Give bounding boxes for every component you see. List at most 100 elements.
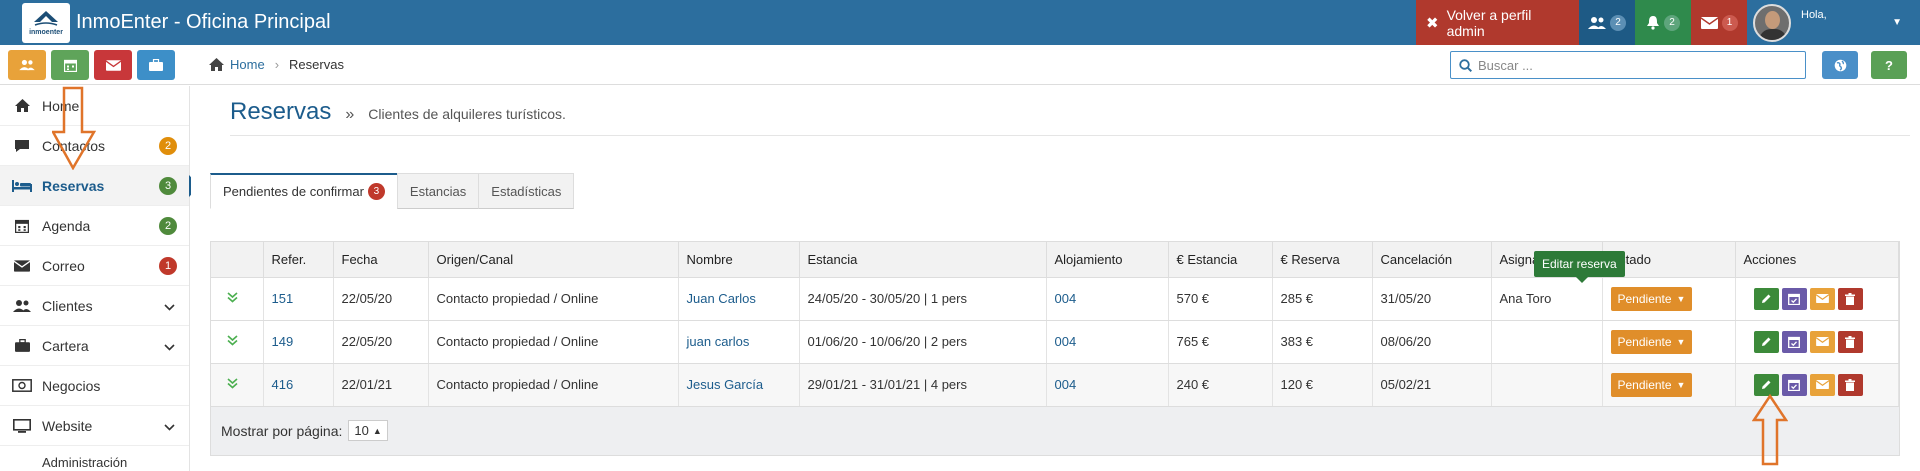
estancia-cell: 24/05/20 - 30/05/20 | 1 pers xyxy=(799,277,1047,321)
col-header[interactable]: Nombre xyxy=(678,242,800,278)
col-header[interactable]: Refer. xyxy=(263,242,334,278)
edit-reservation-button[interactable] xyxy=(1753,330,1779,353)
table-row: 149 22/05/20 Contacto propiedad / Online… xyxy=(211,320,1899,364)
estado-dropdown[interactable]: Pendiente ▼ xyxy=(1610,372,1693,397)
sidebar-item-negocios[interactable]: Negocios xyxy=(0,366,189,406)
reserva-price-cell: 285 € xyxy=(1272,277,1373,321)
estancia-price-cell: 570 € xyxy=(1168,277,1273,321)
help-button[interactable]: ? xyxy=(1871,51,1907,79)
sidebar-item-cartera[interactable]: Cartera xyxy=(0,326,189,366)
expand-col-header xyxy=(211,242,264,278)
tab-pendientes[interactable]: Pendientes de confirmar 3 xyxy=(210,173,398,209)
reservas-badge: 3 xyxy=(159,176,177,195)
caret-down-icon: ▼ xyxy=(1676,293,1686,304)
email-reservation-button[interactable] xyxy=(1809,373,1835,396)
delete-reservation-button[interactable] xyxy=(1837,373,1863,396)
confirm-reservation-button[interactable] xyxy=(1781,373,1807,396)
col-header[interactable]: Alojamiento xyxy=(1046,242,1169,278)
edit-reservation-button[interactable] xyxy=(1753,287,1779,310)
estado-label: Pendiente xyxy=(1617,291,1672,306)
nombre-link[interactable]: Juan Carlos xyxy=(687,291,756,306)
trash-icon xyxy=(1845,378,1855,391)
sidebar-item-reservas[interactable]: Reservas 3 xyxy=(0,166,199,206)
expand-row-button[interactable] xyxy=(211,363,264,407)
cancelacion-cell: 31/05/20 xyxy=(1372,277,1492,321)
double-chevron-down-icon xyxy=(227,378,238,389)
logo-house-icon xyxy=(34,10,58,26)
pendientes-badge: 3 xyxy=(367,183,385,200)
col-header[interactable]: Estancia xyxy=(799,242,1047,278)
col-header[interactable]: Cancelación xyxy=(1372,242,1492,278)
chevron-down-icon xyxy=(164,298,175,314)
alojamiento-link[interactable]: 004 xyxy=(1055,291,1077,306)
estado-dropdown[interactable]: Pendiente ▼ xyxy=(1610,286,1693,311)
search-box[interactable] xyxy=(1450,51,1806,79)
sidebar-item-correo[interactable]: Correo 1 xyxy=(0,246,189,286)
expand-row-button[interactable] xyxy=(211,320,264,364)
origen-cell: Contacto propiedad / Online xyxy=(428,277,679,321)
table-row: 151 22/05/20 Contacto propiedad / Online… xyxy=(211,277,1899,321)
quick-portfolio-button[interactable] xyxy=(137,50,175,80)
search-input[interactable] xyxy=(1478,57,1778,73)
language-button[interactable] xyxy=(1822,51,1858,79)
tab-estadisticas[interactable]: Estadísticas xyxy=(478,173,575,209)
trash-icon xyxy=(1845,292,1855,305)
sidebar-item-agenda[interactable]: Agenda 2 xyxy=(0,206,189,246)
email-reservation-button[interactable] xyxy=(1809,287,1835,310)
sidebar-item-label: Reservas xyxy=(42,177,105,194)
sidebar-item-administracion[interactable]: Administración xyxy=(0,446,189,470)
per-page-select[interactable]: 10 ▲ xyxy=(348,420,388,441)
sidebar-item-label: Negocios xyxy=(42,377,101,394)
expand-row-button[interactable] xyxy=(211,277,264,321)
nombre-link[interactable]: Jesus García xyxy=(687,377,764,392)
edit-tooltip: Editar reserva xyxy=(1534,251,1625,283)
estado-label: Pendiente xyxy=(1617,334,1672,349)
estado-dropdown[interactable]: Pendiente ▼ xyxy=(1610,329,1693,354)
back-to-admin-button[interactable]: ✖ Volver a perfil admin xyxy=(1416,0,1579,45)
confirm-reservation-button[interactable] xyxy=(1781,330,1807,353)
sidebar-item-clientes[interactable]: Clientes xyxy=(0,286,189,326)
envelope-icon xyxy=(1700,16,1718,29)
calendar-icon xyxy=(63,59,77,72)
app-logo[interactable]: inmoenter xyxy=(22,2,70,43)
tab-label: Estadísticas xyxy=(491,183,562,199)
sidebar-item-website[interactable]: Website xyxy=(0,406,189,446)
envelope-icon xyxy=(12,259,32,272)
correo-badge: 1 xyxy=(159,256,177,275)
envelope-icon xyxy=(1815,380,1829,389)
quick-mail-button[interactable] xyxy=(94,50,132,80)
search-icon xyxy=(1459,58,1472,72)
email-reservation-button[interactable] xyxy=(1809,330,1835,353)
confirm-reservation-button[interactable] xyxy=(1781,287,1807,310)
breadcrumb-home-link[interactable]: Home xyxy=(230,57,265,72)
ref-link[interactable]: 149 xyxy=(272,334,294,349)
alojamiento-link[interactable]: 004 xyxy=(1055,377,1077,392)
messages-button[interactable]: 1 xyxy=(1691,0,1747,45)
col-header[interactable]: Origen/Canal xyxy=(428,242,679,278)
calendar-check-icon xyxy=(1788,293,1800,305)
col-header[interactable]: Fecha xyxy=(333,242,429,278)
col-header[interactable]: € Reserva xyxy=(1272,242,1373,278)
notifications-button[interactable]: 2 xyxy=(1635,0,1691,45)
app-title: InmoEnter - Oficina Principal xyxy=(76,11,331,33)
bell-icon xyxy=(1647,16,1659,30)
ref-link[interactable]: 151 xyxy=(272,291,294,306)
col-header[interactable]: € Estancia xyxy=(1168,242,1273,278)
per-page-label: Mostrar por página: xyxy=(221,422,343,439)
user-menu[interactable]: Hola, ▼ xyxy=(1747,0,1920,45)
agenda-badge: 2 xyxy=(159,216,177,235)
delete-reservation-button[interactable] xyxy=(1837,287,1863,310)
page-subtitle: Clientes de alquileres turísticos. xyxy=(368,106,566,122)
alojamiento-link[interactable]: 004 xyxy=(1055,334,1077,349)
quick-agenda-button[interactable] xyxy=(51,50,89,80)
users-notifications-button[interactable]: 2 xyxy=(1579,0,1635,45)
money-icon xyxy=(12,379,32,392)
ref-link[interactable]: 416 xyxy=(272,377,294,392)
delete-reservation-button[interactable] xyxy=(1837,330,1863,353)
fecha-cell: 22/05/20 xyxy=(333,320,429,364)
quick-contacts-button[interactable] xyxy=(8,50,46,80)
nombre-link[interactable]: juan carlos xyxy=(687,334,750,349)
users-icon xyxy=(19,59,35,71)
tab-estancias[interactable]: Estancias xyxy=(396,173,480,209)
edit-reservation-button[interactable] xyxy=(1753,373,1779,396)
